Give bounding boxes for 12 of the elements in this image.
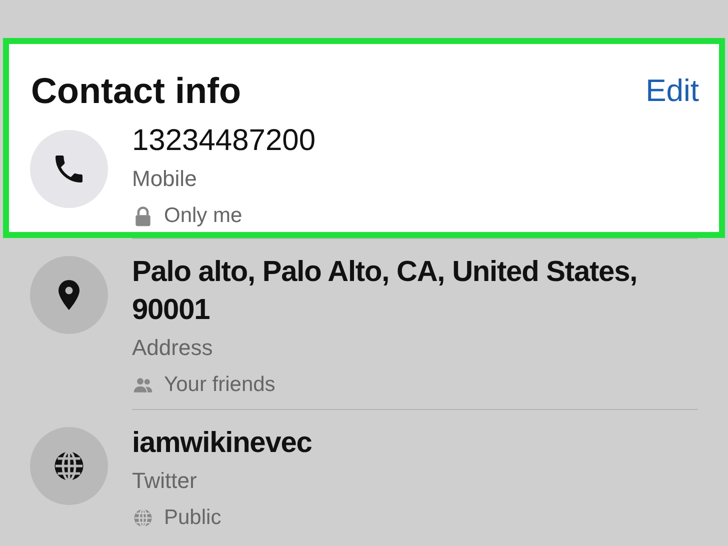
contact-type-label: Address <box>132 335 214 361</box>
privacy-label: Only me <box>164 204 242 228</box>
contact-value: Palo alto, Palo Alto, CA, United States, 90001 <box>132 255 638 328</box>
section-title: Contact info <box>31 70 241 112</box>
contact-type-label: Mobile <box>132 166 198 192</box>
privacy-label: Your friends <box>164 373 276 397</box>
contact-value: iamwikinevec <box>132 426 313 461</box>
contact-type-label: Twitter <box>132 468 198 494</box>
contact-value: 13234487200 <box>132 123 317 159</box>
edit-link[interactable]: Edit <box>646 73 699 109</box>
privacy-label: Public <box>164 506 222 530</box>
globe-icon <box>132 507 154 529</box>
